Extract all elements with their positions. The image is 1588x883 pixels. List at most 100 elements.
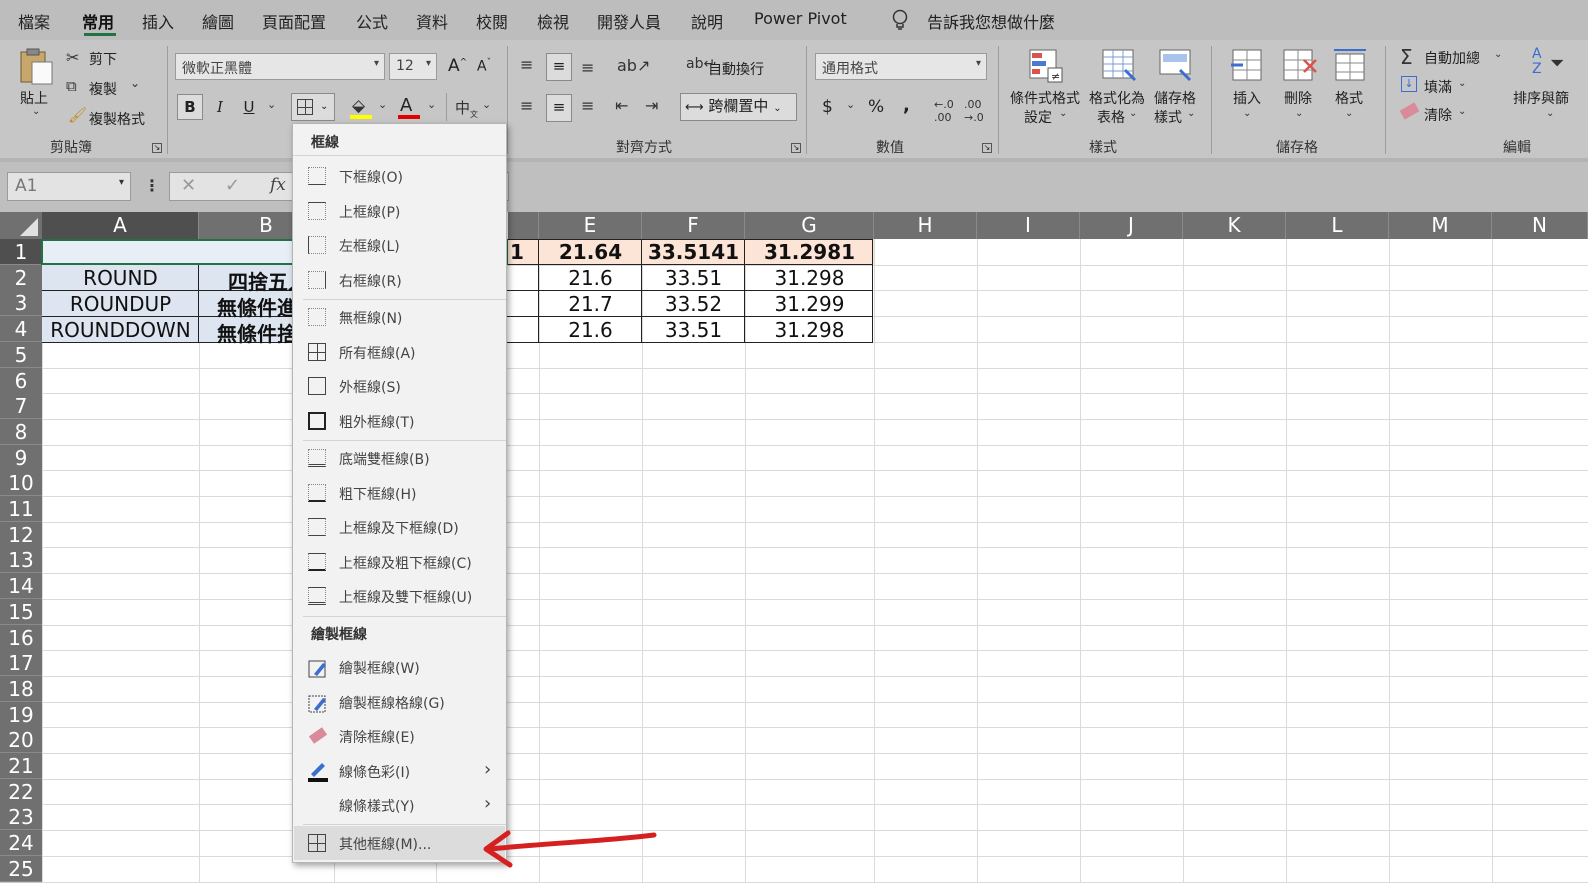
menu-item-bottom-double-border[interactable]: 底端雙框線(B) (294, 441, 505, 475)
cell-styles-icon[interactable] (1158, 48, 1194, 88)
chevron-down-icon[interactable]: ⌄ (1546, 108, 1554, 119)
cell-f2[interactable]: 33.51 (642, 266, 745, 290)
row-header[interactable]: 21 (0, 753, 42, 779)
cell-b4[interactable]: 無條件捨 (199, 318, 292, 347)
italic-button[interactable]: I (207, 94, 233, 120)
column-header-k[interactable]: K (1183, 212, 1286, 239)
tab-view[interactable]: 檢視 (537, 9, 569, 33)
grow-font-button[interactable]: A^ (448, 56, 467, 76)
chevron-down-icon[interactable]: ⌄ (32, 106, 40, 117)
chevron-down-icon[interactable]: ⌄ (1458, 78, 1466, 89)
alignment-launcher-icon[interactable]: ↘ (791, 143, 801, 153)
chevron-down-icon[interactable]: ⌄ (427, 98, 436, 111)
menu-item-no-border[interactable]: 無框線(N) (294, 300, 505, 334)
insert-function-button[interactable]: fx (270, 175, 286, 195)
autosum-button[interactable]: 自動加總 (1424, 48, 1480, 68)
chevron-down-icon[interactable]: ⌄ (482, 98, 491, 111)
insert-cells-icon[interactable] (1229, 48, 1265, 88)
name-box[interactable]: A1 ▾ (7, 172, 131, 201)
align-middle-button[interactable]: ≡ (546, 53, 572, 81)
chevron-down-icon[interactable]: ⌄ (130, 76, 140, 90)
conditional-formatting-icon[interactable]: ≠ (1028, 48, 1064, 88)
tab-review[interactable]: 校閱 (476, 9, 508, 33)
font-name-select[interactable]: 微軟正黑體 ▾ (175, 53, 385, 80)
align-bottom-icon[interactable]: ≡ (581, 58, 594, 77)
menu-item-right-border[interactable]: 右框線(R) (294, 263, 505, 297)
borders-button[interactable]: ⌄ (291, 93, 335, 121)
chevron-down-icon[interactable]: ⌄ (1243, 108, 1251, 119)
menu-item-top-thick-bottom-border[interactable]: 上框線及粗下框線(C) (294, 545, 505, 579)
menu-item-top-double-bottom-border[interactable]: 上框線及雙下框線(U) (294, 579, 505, 613)
decrease-indent-icon[interactable]: ⇤ (615, 96, 628, 115)
chevron-down-icon[interactable]: ⌄ (1129, 108, 1137, 119)
percent-button[interactable]: % (868, 97, 884, 117)
chevron-down-icon[interactable]: ⌄ (1494, 49, 1502, 60)
decrease-decimal-icon[interactable]: .00 →.0 (964, 98, 984, 124)
currency-button[interactable]: $ (822, 97, 833, 117)
cell-f4[interactable]: 33.51 (642, 318, 745, 342)
cell-b2[interactable]: 四捨五入 (199, 266, 292, 295)
row-header[interactable]: 24 (0, 830, 42, 856)
tab-draw[interactable]: 繪圖 (202, 9, 234, 33)
row-header[interactable]: 16 (0, 625, 42, 651)
row-header[interactable]: 4 (0, 316, 42, 342)
chevron-down-icon[interactable]: ⌄ (1295, 108, 1303, 119)
column-header-g[interactable]: G (745, 212, 874, 239)
clipboard-launcher-icon[interactable]: ↘ (152, 143, 162, 153)
tab-power-pivot[interactable]: Power Pivot (754, 9, 847, 28)
align-left-icon[interactable]: ≡ (520, 96, 533, 115)
cell-a2[interactable]: ROUND (42, 266, 199, 290)
row-header[interactable]: 10 (0, 470, 42, 496)
chevron-down-icon[interactable]: ⌄ (846, 98, 855, 111)
cell-d1[interactable]: 1 (508, 240, 538, 264)
row-header[interactable]: 14 (0, 573, 42, 599)
merge-center-button[interactable]: ⟷ 跨欄置中 ⌄ (680, 93, 797, 121)
menu-item-thick-outside-borders[interactable]: 粗外框線(T) (294, 404, 505, 438)
font-color-button[interactable]: A (400, 95, 412, 116)
font-size-select[interactable]: 12 ▾ (389, 53, 437, 80)
row-header[interactable]: 11 (0, 496, 42, 522)
number-format-select[interactable]: 通用格式 ▾ (815, 53, 987, 80)
tab-help[interactable]: 說明 (691, 9, 723, 33)
format-cells-icon[interactable] (1332, 46, 1368, 86)
menu-item-top-border[interactable]: 上框線(P) (294, 194, 505, 228)
cell-f3[interactable]: 33.52 (642, 292, 745, 316)
bold-button[interactable]: B (177, 94, 203, 120)
cell-b3[interactable]: 無條件進 (199, 292, 292, 321)
cell-e3[interactable]: 21.7 (539, 292, 642, 316)
tab-developer[interactable]: 開發人員 (597, 9, 661, 33)
row-header[interactable]: 2 (0, 265, 42, 291)
tab-home[interactable]: 常用 (82, 9, 114, 33)
orientation-icon[interactable]: ab↗ (617, 56, 650, 75)
align-center-button[interactable]: ≡ (546, 94, 572, 122)
cell-a3[interactable]: ROUNDUP (42, 292, 199, 316)
more-options-icon[interactable]: ⋮ (144, 176, 160, 195)
cancel-icon[interactable]: ✕ (181, 175, 196, 196)
row-header[interactable]: 9 (0, 445, 42, 471)
column-header-m[interactable]: M (1389, 212, 1492, 239)
row-header[interactable]: 20 (0, 727, 42, 753)
menu-item-draw-border-grid[interactable]: 繪製框線格線(G) (294, 685, 505, 719)
row-header[interactable]: 22 (0, 779, 42, 805)
cell-g3[interactable]: 31.299 (745, 292, 874, 316)
format-as-table-icon[interactable] (1101, 48, 1137, 88)
underline-button[interactable]: U (236, 94, 262, 120)
align-top-icon[interactable]: ≡ (520, 55, 533, 74)
enter-icon[interactable]: ✓ (225, 175, 240, 196)
chevron-down-icon[interactable]: ⌄ (1187, 108, 1195, 119)
menu-item-draw-border[interactable]: 繪製框線(W) (294, 650, 505, 684)
row-header[interactable]: 12 (0, 522, 42, 548)
cell-e2[interactable]: 21.6 (539, 266, 642, 290)
row-header[interactable]: 13 (0, 547, 42, 573)
chevron-down-icon[interactable]: ⌄ (378, 98, 387, 111)
clear-button[interactable]: 清除 (1424, 105, 1452, 125)
shrink-font-button[interactable]: Aˇ (477, 58, 491, 75)
comma-button[interactable]: , (903, 95, 910, 116)
column-header-n[interactable]: N (1492, 212, 1588, 239)
align-right-icon[interactable]: ≡ (581, 96, 594, 115)
menu-item-outside-borders[interactable]: 外框線(S) (294, 369, 505, 403)
row-header[interactable]: 18 (0, 676, 42, 702)
column-header-i[interactable]: I (977, 212, 1080, 239)
cell-g2[interactable]: 31.298 (745, 266, 874, 290)
number-launcher-icon[interactable]: ↘ (982, 143, 992, 153)
